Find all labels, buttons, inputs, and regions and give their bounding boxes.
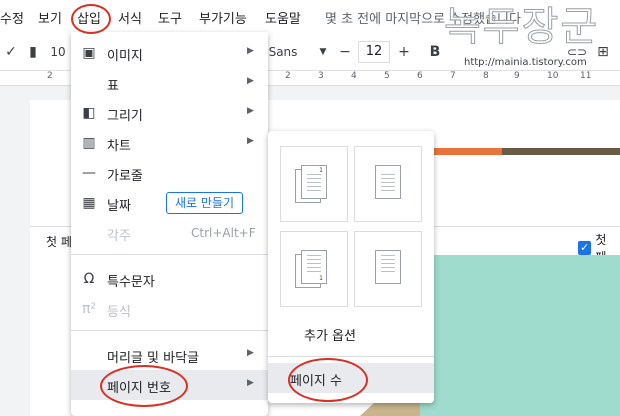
chevron-right-icon: ▶	[247, 348, 254, 358]
menu-format[interactable]: 서식	[118, 8, 142, 27]
menu-edit[interactable]: 수정	[0, 8, 24, 27]
menu-item-label: 이미지	[107, 49, 143, 64]
ruler-number: 7	[450, 71, 456, 81]
chevron-right-icon: ▶	[247, 378, 254, 388]
menu-item-horizontal-line[interactable]: — 가로줄	[71, 158, 268, 188]
checkbox-checked-icon[interactable]: ✓	[578, 241, 592, 255]
brown-decor-bar	[502, 148, 620, 155]
menu-item-label: 표	[107, 79, 119, 94]
menu-view[interactable]: 보기	[38, 8, 62, 27]
page-preview-icon: 1	[301, 165, 327, 199]
menu-separator	[71, 254, 268, 255]
menu-item-drawing[interactable]: ◧ 그리기 ▶	[71, 98, 268, 128]
chart-icon: ▥	[82, 135, 96, 151]
first-page-label: 첫 페	[46, 235, 72, 249]
menu-tools[interactable]: 도구	[158, 8, 182, 27]
font-dropdown-icon[interactable]: ▼	[312, 41, 334, 63]
calendar-icon: ▦	[82, 195, 96, 211]
menu-item-label: 날짜	[107, 199, 131, 214]
chevron-right-icon: ▶	[247, 46, 254, 56]
increase-font-size-button[interactable]: +	[393, 41, 415, 63]
menu-item-label: 가로줄	[107, 169, 143, 184]
bold-button[interactable]: B	[424, 41, 446, 63]
image-icon: ▣	[82, 45, 96, 61]
menu-item-table[interactable]: 표 ▶	[71, 68, 268, 98]
insert-menu: ▣ 이미지 ▶ 표 ▶ ◧ 그리기 ▶ ▥ 차트 ▶ — 가로줄 ▦ 날짜 새로…	[71, 32, 268, 416]
menu-item-header-footer[interactable]: 머리글 및 바닥글 ▶	[71, 340, 268, 370]
ruler-number: 5	[384, 71, 390, 81]
watermark-logo: 녹두장군	[443, 4, 600, 51]
menu-item-special-chars[interactable]: Ω 특수문자	[71, 264, 268, 294]
menu-item-label: 그리기	[107, 109, 143, 124]
menu-addons[interactable]: 부가기능	[199, 8, 247, 27]
horizontal-line-icon: —	[82, 165, 96, 181]
paint-format-icon[interactable]: ▮	[22, 41, 44, 63]
menu-separator	[268, 356, 434, 357]
pi-icon: π²	[81, 301, 97, 317]
page-preview-icon	[375, 165, 401, 199]
page-preview-icon: 1	[301, 250, 327, 284]
omega-icon: Ω	[83, 271, 95, 287]
decrease-font-size-button[interactable]: −	[334, 41, 356, 63]
spellcheck-icon[interactable]: ✓	[0, 41, 22, 63]
font-select[interactable]: Sans	[268, 41, 298, 63]
ruler-number: 9	[514, 71, 520, 81]
orange-decor-bar	[430, 148, 502, 155]
chevron-right-icon: ▶	[247, 76, 254, 86]
annotation-circle	[71, 4, 111, 34]
drawing-icon: ◧	[82, 105, 96, 121]
menu-item-label: 특수문자	[107, 275, 155, 290]
menu-item-image[interactable]: ▣ 이미지 ▶	[71, 38, 268, 68]
chevron-right-icon: ▶	[247, 136, 254, 146]
menu-item-label: 머리글 및 바닥글	[107, 351, 199, 366]
annotation-circle	[288, 358, 368, 402]
page-number-option-header-all[interactable]: 1	[280, 146, 348, 222]
page-number-marker: 1	[319, 167, 323, 174]
font-size-input[interactable]: 12	[358, 41, 390, 63]
annotation-circle	[100, 365, 188, 407]
teal-decor-block	[420, 255, 620, 416]
menu-item-shortcut: Ctrl+Alt+F	[191, 226, 256, 240]
ruler-number: 10	[547, 71, 559, 81]
ruler-number: 4	[351, 71, 357, 81]
new-date-button[interactable]: 새로 만들기	[166, 192, 244, 214]
page-number-option-footer-skip-first[interactable]	[354, 231, 422, 307]
page-number-option-header-skip-first[interactable]	[354, 146, 422, 222]
more-options-item[interactable]: 추가 옵션	[304, 325, 356, 344]
menu-item-label: 차트	[107, 139, 131, 154]
ruler-number: 3	[318, 71, 324, 81]
ruler-number: 6	[417, 71, 423, 81]
page-number-marker: 1	[319, 275, 323, 282]
watermark-url: http://mainia.tistory.com	[464, 57, 587, 68]
ruler-number: 2	[47, 71, 53, 81]
ruler-number: 11	[580, 71, 592, 81]
menu-item-chart[interactable]: ▥ 차트 ▶	[71, 128, 268, 158]
page-number-option-footer-all[interactable]: 1	[280, 231, 348, 307]
zoom-select[interactable]: 10	[46, 41, 70, 63]
menu-item-equation[interactable]: π² 등식	[71, 294, 268, 324]
ruler-number: 8	[483, 71, 489, 81]
menu-separator	[71, 330, 268, 331]
ruler-number: 2	[285, 71, 291, 81]
page-preview-icon	[375, 250, 401, 284]
menu-item-label: 각주	[107, 229, 131, 244]
menu-item-footnote[interactable]: 각주 Ctrl+Alt+F	[71, 218, 268, 248]
menu-item-label: 등식	[107, 305, 131, 320]
menu-help[interactable]: 도움말	[265, 8, 301, 27]
chevron-right-icon: ▶	[247, 106, 254, 116]
menu-item-date[interactable]: ▦ 날짜 새로 만들기	[71, 188, 268, 218]
